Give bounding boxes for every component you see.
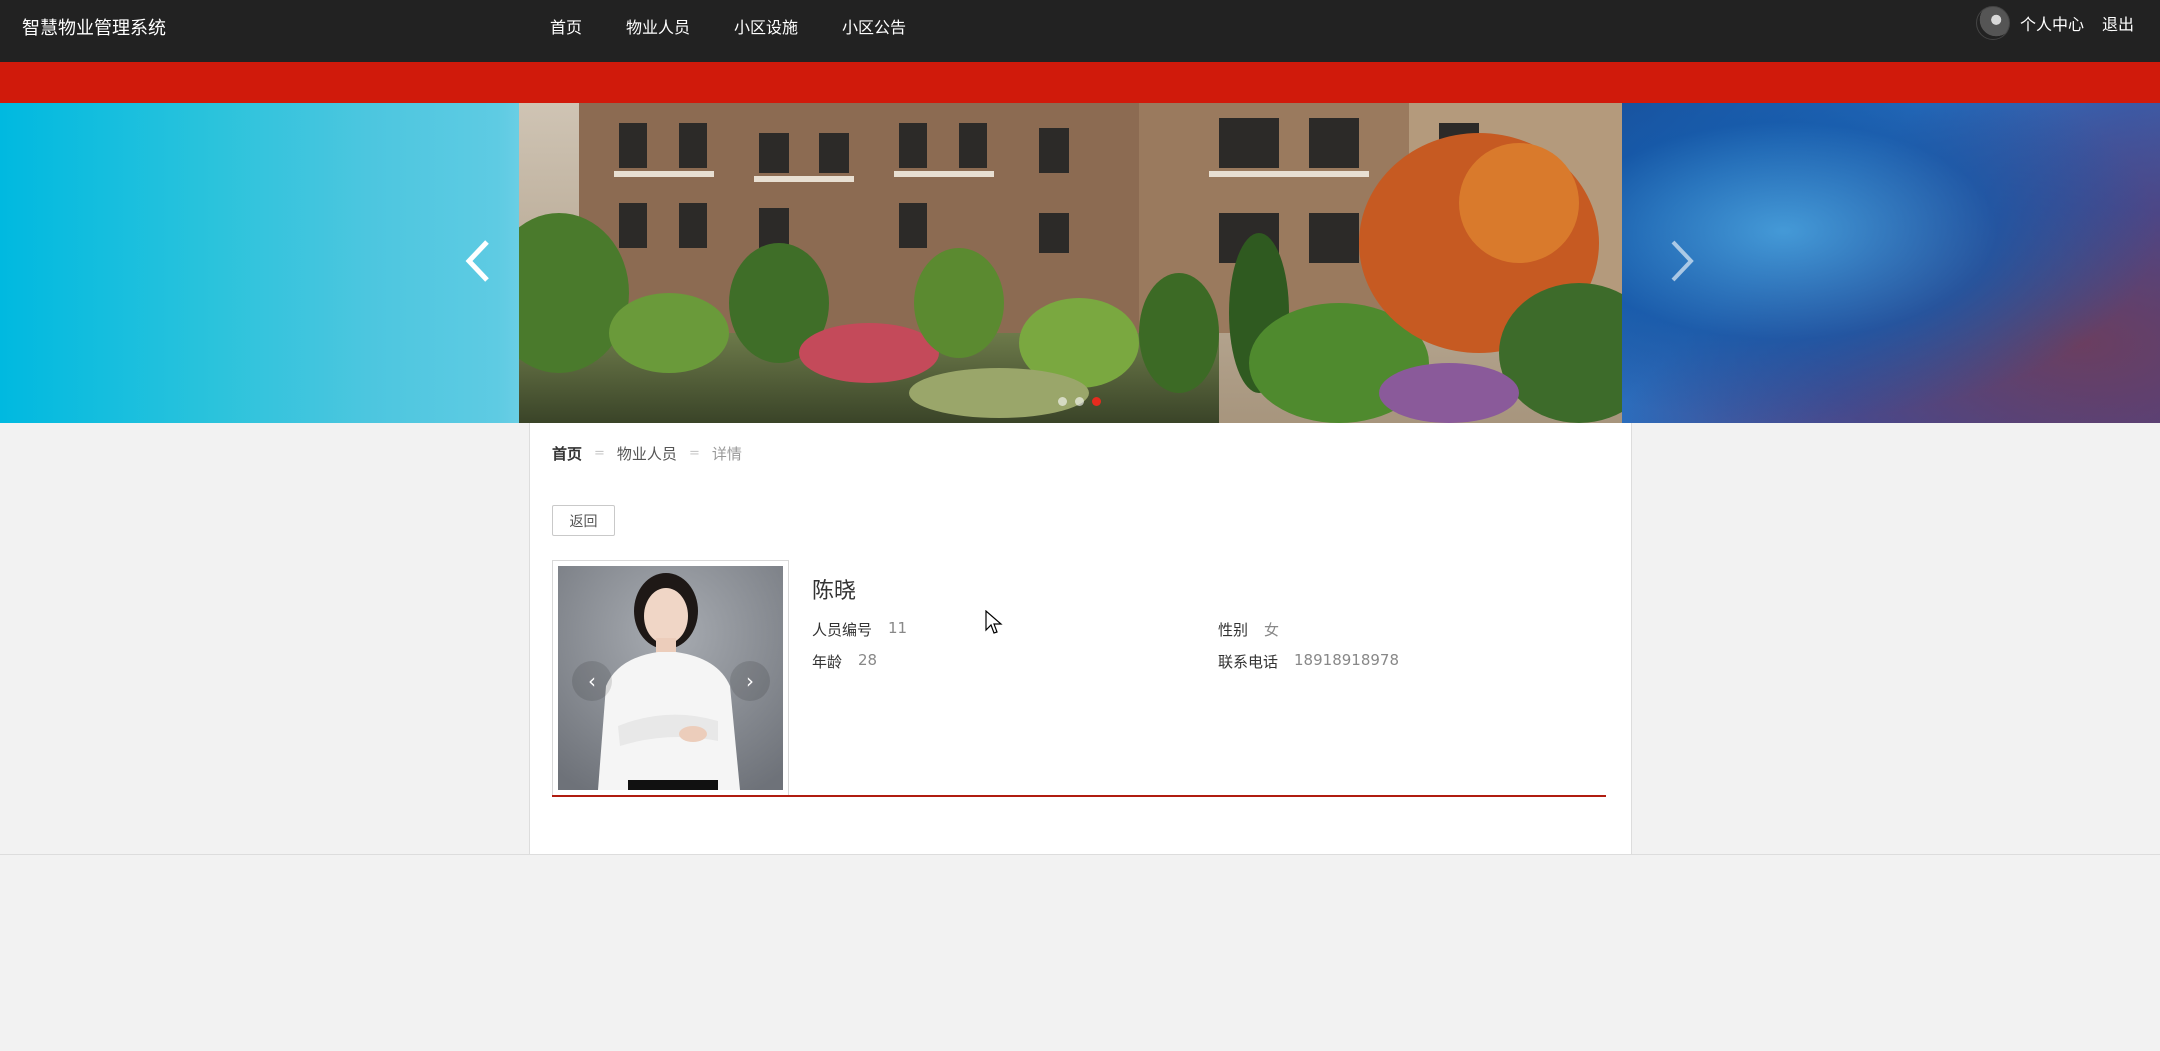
carousel-prev-button[interactable] [448, 221, 508, 301]
photo-frame: ‹ › [552, 560, 789, 796]
page-divider [0, 854, 2160, 855]
field-value: 18918918978 [1294, 651, 1399, 669]
nav-item-staff[interactable]: 物业人员 [626, 14, 690, 38]
field-label: 联系电话 [1218, 653, 1279, 671]
app-title[interactable]: 智慧物业管理系统 [22, 14, 166, 40]
carousel-dot-1[interactable] [1058, 397, 1067, 406]
mouse-cursor-icon [985, 610, 1003, 634]
breadcrumb-separator: = [688, 446, 700, 461]
breadcrumb-separator: = [594, 446, 605, 461]
section-divider [552, 795, 1606, 797]
back-button[interactable]: 返回 [552, 505, 615, 536]
logout-link[interactable]: 退出 [2102, 11, 2134, 35]
banner-slide-image [519, 103, 1622, 423]
photo-next-button[interactable]: › [730, 661, 770, 701]
field-label: 人员编号 [812, 621, 873, 639]
top-navbar: 智慧物业管理系统 首页 物业人员 小区设施 小区公告 个人中心 退出 [0, 0, 2160, 62]
field-age: 年龄 28 [812, 651, 877, 672]
carousel-indicators [1058, 397, 1101, 406]
field-label: 年龄 [812, 653, 843, 671]
photo-prev-button[interactable]: ‹ [572, 661, 612, 701]
banner-carousel [0, 103, 2160, 423]
field-phone: 联系电话 18918918978 [1218, 651, 1399, 672]
breadcrumb-current: 详情 [711, 445, 742, 463]
field-staff-id: 人员编号 11 [812, 619, 907, 640]
breadcrumb-section[interactable]: 物业人员 [617, 443, 677, 464]
accent-strip [0, 62, 2160, 104]
field-label: 性别 [1218, 621, 1249, 639]
breadcrumb-home[interactable]: 首页 [552, 443, 582, 464]
main-nav: 首页 物业人员 小区设施 小区公告 [550, 14, 906, 38]
field-value: 女 [1264, 621, 1280, 639]
nav-item-home[interactable]: 首页 [550, 14, 582, 38]
carousel-next-button[interactable] [1652, 221, 1712, 301]
field-gender: 性别 女 [1218, 619, 1279, 640]
detail-panel: 首页 = 物业人员 = 详情 返回 ‹ › 陈晓 人员编号 11 性别 女 年龄… [529, 423, 1632, 855]
carousel-dot-2[interactable] [1075, 397, 1084, 406]
user-area: 个人中心 退出 [1975, 6, 2134, 40]
chevron-left-icon [465, 240, 489, 282]
staff-photo: ‹ › [558, 566, 783, 790]
field-value: 28 [858, 651, 878, 669]
carousel-dot-3[interactable] [1092, 397, 1101, 406]
user-center-link[interactable]: 个人中心 [2020, 11, 2084, 35]
nav-item-announcements[interactable]: 小区公告 [842, 14, 906, 38]
chevron-right-icon [1671, 240, 1694, 282]
nav-item-facilities[interactable]: 小区设施 [734, 14, 798, 38]
avatar[interactable] [1975, 6, 2010, 40]
breadcrumb: 首页 = 物业人员 = 详情 [552, 443, 742, 464]
staff-name: 陈晓 [812, 579, 857, 604]
field-value: 11 [888, 619, 908, 637]
